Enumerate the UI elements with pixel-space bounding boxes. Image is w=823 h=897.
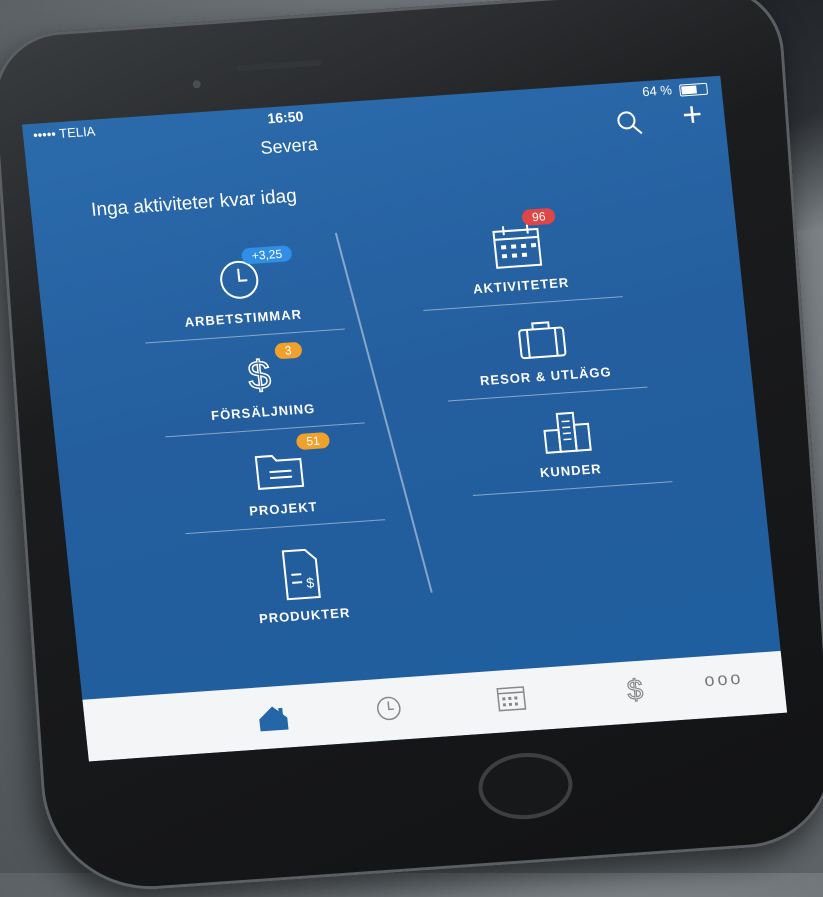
sales-badge: 3 [274, 341, 303, 360]
tab-bar: $ ooo [82, 650, 788, 762]
plus-icon[interactable]: + [680, 95, 704, 134]
activities-badge: 96 [521, 207, 557, 226]
buildings-icon [543, 411, 592, 454]
svg-text:$: $ [306, 574, 316, 590]
tile-divider [472, 481, 673, 497]
tile-divider [145, 328, 345, 344]
earpiece-speaker [237, 59, 322, 72]
nav-title: Severa [259, 134, 319, 158]
tile-label: PRODUKTER [258, 604, 352, 627]
tile-forsaljning[interactable]: $ FÖRSÄLJNING 3 [147, 341, 375, 438]
more-icon[interactable]: ooo [703, 668, 744, 692]
tile-divider [185, 519, 386, 535]
tile-label: AKTIVITETER [472, 274, 570, 297]
tile-resor[interactable]: RESOR & UTLÄGG [430, 309, 658, 402]
dollar-icon[interactable]: $ [618, 670, 652, 711]
document-icon: $ [281, 548, 321, 601]
briefcase-icon [518, 321, 567, 360]
battery-icon [678, 82, 709, 97]
app-screen: ••••• TELIA 16:50 64 % Severa + Inga akt… [21, 75, 788, 762]
tile-label: FÖRSÄLJNING [210, 400, 316, 424]
calendar-icon[interactable] [493, 681, 531, 720]
tile-kunder[interactable]: KUNDER [454, 400, 682, 497]
folder-icon [254, 454, 305, 490]
tile-divider [165, 422, 365, 438]
tile-arbetstimmar[interactable]: ARBETSTIMMAR +3,25 [127, 245, 355, 344]
home-icon[interactable] [254, 701, 294, 740]
svg-text:$: $ [626, 674, 645, 706]
search-icon[interactable] [613, 107, 646, 139]
tile-label: RESOR & UTLÄGG [479, 364, 613, 389]
clock-icon[interactable] [371, 691, 407, 730]
tile-label: KUNDER [539, 461, 603, 481]
tile-divider [447, 386, 648, 402]
svg-text:$: $ [246, 353, 273, 398]
status-time: 16:50 [266, 107, 305, 127]
battery-percent: 64 % [641, 82, 673, 100]
tile-divider [423, 296, 623, 312]
tile-produkter[interactable]: $ PRODUKTER [188, 539, 416, 631]
tile-projekt[interactable]: PROJEKT 51 [167, 431, 395, 535]
carrier-label: ••••• TELIA [32, 123, 97, 143]
tile-aktiviteter[interactable]: AKTIVITETER 96 [405, 207, 633, 312]
tile-label: ARBETSTIMMAR [183, 306, 303, 330]
phone-device: ••••• TELIA 16:50 64 % Severa + Inga akt… [0, 0, 823, 897]
tile-label: PROJEKT [248, 498, 319, 519]
calendar-icon [492, 224, 543, 269]
headline: Inga aktiviteter kvar idag [90, 185, 298, 221]
front-camera [192, 80, 201, 89]
projects-badge: 51 [295, 431, 331, 451]
home-button[interactable] [476, 749, 575, 823]
hours-badge: +3,25 [240, 245, 293, 265]
